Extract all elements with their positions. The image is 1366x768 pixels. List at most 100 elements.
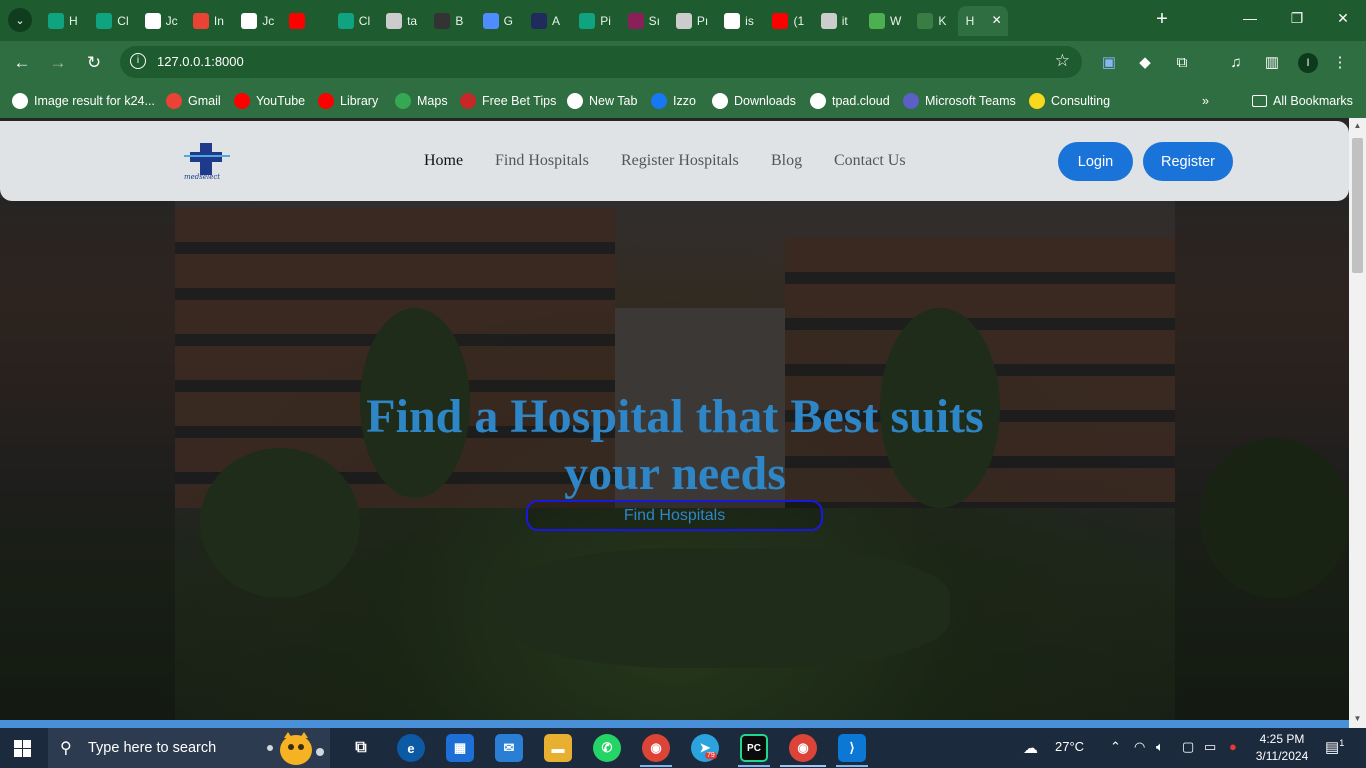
file-explorer-icon[interactable]: ▬ xyxy=(544,734,572,762)
bookmark-item[interactable]: New Tab xyxy=(567,92,637,110)
github-icon xyxy=(724,13,741,29)
nav-register-hospitals[interactable]: Register Hospitals xyxy=(621,152,739,170)
page-scrollbar[interactable]: ▲ ▼ xyxy=(1349,118,1366,728)
search-icon: ⚲ xyxy=(60,740,72,757)
side-panel-icon[interactable]: ▥ xyxy=(1262,53,1282,73)
browser-tab[interactable]: it xyxy=(813,6,861,36)
antivirus-alert-icon[interactable]: ● xyxy=(1229,739,1237,754)
browser-tab[interactable]: Jc xyxy=(233,6,281,36)
browser-tab[interactable]: H xyxy=(40,6,88,36)
browser-tab[interactable]: H ✕ xyxy=(957,6,1008,36)
battery-icon[interactable]: ▭ xyxy=(1204,739,1216,755)
scrollbar-thumb[interactable] xyxy=(1352,138,1363,273)
bookmark-item[interactable]: Library xyxy=(318,92,378,110)
nav-contact-us[interactable]: Contact Us xyxy=(834,152,906,170)
system-clock[interactable]: 4:25 PM 3/11/2024 xyxy=(1252,731,1312,765)
browser-tab[interactable]: Pı xyxy=(668,6,716,36)
microsoft-store-icon[interactable]: ▦ xyxy=(446,734,474,762)
network-icon[interactable]: ◠ xyxy=(1134,739,1145,755)
vscode-icon[interactable]: ⟩ xyxy=(838,734,866,762)
browser-tab[interactable]: Jc xyxy=(137,6,185,36)
url-text[interactable]: 127.0.0.1:8000 xyxy=(157,54,244,69)
browser-tab[interactable]: K xyxy=(909,6,957,36)
show-hidden-icons-icon[interactable]: ⌃ xyxy=(1110,739,1121,755)
meet-now-icon[interactable]: ▢ xyxy=(1182,739,1194,755)
site-navbar: medselect Home Find Hospitals Register H… xyxy=(0,121,1349,201)
browser-tab[interactable]: G xyxy=(475,6,523,36)
scroll-down-icon[interactable]: ▼ xyxy=(1352,714,1363,725)
register-button[interactable]: Register xyxy=(1143,142,1233,181)
bookmarks-overflow-icon[interactable]: » xyxy=(1202,92,1209,110)
mail-icon[interactable]: ✉ xyxy=(495,734,523,762)
extension-icon[interactable]: ◆ xyxy=(1135,53,1155,73)
browser-tab[interactable] xyxy=(281,6,329,36)
weather-temp[interactable]: 27°C xyxy=(1055,739,1084,754)
bookmark-item[interactable]: tpad.cloud xyxy=(810,92,890,110)
close-tab-icon[interactable]: ✕ xyxy=(992,13,1002,27)
browser-tab[interactable]: A xyxy=(523,6,571,36)
volume-icon[interactable]: 🔈︎ xyxy=(1156,739,1164,755)
browser-tab[interactable]: B xyxy=(426,6,474,36)
weather-icon[interactable]: ☁ xyxy=(1023,739,1038,757)
address-bar[interactable]: i 127.0.0.1:8000 ☆ xyxy=(120,46,1082,78)
bookmark-item[interactable]: Consulting xyxy=(1029,92,1110,110)
bookmark-label: Gmail xyxy=(188,94,221,108)
nav-find-hospitals[interactable]: Find Hospitals xyxy=(495,152,589,170)
nav-blog[interactable]: Blog xyxy=(771,152,802,170)
login-button[interactable]: Login xyxy=(1058,142,1133,181)
site-info-icon[interactable]: i xyxy=(130,53,146,69)
translate-extension-icon[interactable]: ▣ xyxy=(1099,53,1119,73)
edge-icon[interactable]: e xyxy=(397,734,425,762)
bookmark-item[interactable]: Izzo xyxy=(651,92,696,110)
running-indicator xyxy=(640,765,672,767)
browser-tab[interactable]: W xyxy=(861,6,909,36)
browser-tab[interactable]: Cl xyxy=(88,6,136,36)
browser-tab[interactable]: Sı xyxy=(620,6,668,36)
pycharm-icon[interactable]: PC xyxy=(740,734,768,762)
chrome-profile-icon[interactable]: ◉ xyxy=(642,734,670,762)
bookmark-item[interactable]: Free Bet Tips xyxy=(460,92,556,110)
whatsapp-icon[interactable]: ✆ xyxy=(593,734,621,762)
youtube-audio-icon xyxy=(289,13,306,29)
browser-tab[interactable]: ta xyxy=(378,6,426,36)
task-view-icon[interactable]: ⧉ xyxy=(347,734,375,762)
browser-tab[interactable]: (1 xyxy=(764,6,812,36)
tab-title: K xyxy=(938,14,947,28)
browser-tab[interactable]: Pi xyxy=(571,6,619,36)
browser-tab[interactable]: Cl xyxy=(330,6,378,36)
bookmark-item[interactable]: Image result for k24... xyxy=(12,92,155,110)
bookmark-star-icon[interactable]: ☆ xyxy=(1055,51,1070,71)
bookmark-item[interactable]: Maps xyxy=(395,92,448,110)
menu-kebab-icon[interactable]: ⋮ xyxy=(1330,53,1350,73)
search-highlight-mascot-icon[interactable] xyxy=(262,730,326,766)
chrome-icon[interactable]: ◉ xyxy=(789,734,817,762)
close-window-icon[interactable]: ✕ xyxy=(1333,10,1353,27)
restore-icon[interactable]: ❐ xyxy=(1287,10,1307,27)
bookmark-item[interactable]: Microsoft Teams xyxy=(903,92,1016,110)
browser-tab[interactable]: In xyxy=(185,6,233,36)
new-tab-button[interactable]: + xyxy=(1150,8,1174,31)
tab-title: B xyxy=(455,14,464,28)
bookmark-item[interactable]: Downloads xyxy=(712,92,796,110)
forward-icon[interactable]: → xyxy=(47,52,69,74)
bookmark-item[interactable]: YouTube xyxy=(234,92,305,110)
notification-center-icon[interactable]: ▤1 xyxy=(1325,738,1344,756)
minimize-icon[interactable]: — xyxy=(1240,10,1260,26)
tab-title: Jc xyxy=(262,14,275,28)
windows-start-icon[interactable] xyxy=(14,740,31,757)
reload-icon[interactable]: ↻ xyxy=(83,52,105,74)
profile-avatar[interactable]: I xyxy=(1298,53,1318,73)
find-hospitals-button[interactable]: Find Hospitals xyxy=(526,500,823,531)
tab-search-button[interactable]: ⌄ xyxy=(8,8,32,32)
media-control-icon[interactable]: ♫ xyxy=(1226,53,1246,73)
all-bookmarks-button[interactable]: All Bookmarks xyxy=(1252,92,1353,110)
globe-icon xyxy=(675,13,692,29)
nav-home[interactable]: Home xyxy=(424,152,463,170)
bookmark-item[interactable]: Gmail xyxy=(166,92,221,110)
browser-tab[interactable]: is xyxy=(716,6,764,36)
scroll-up-icon[interactable]: ▲ xyxy=(1352,121,1363,132)
back-icon[interactable]: ← xyxy=(11,52,33,74)
extensions-puzzle-icon[interactable]: ⧉ xyxy=(1172,53,1192,73)
site-logo[interactable]: medselect xyxy=(184,143,232,181)
windows-taskbar: ⚲ Type here to search ⧉ e ▦ ✉ ▬ ✆ ◉ ➤ 79… xyxy=(0,728,1366,768)
